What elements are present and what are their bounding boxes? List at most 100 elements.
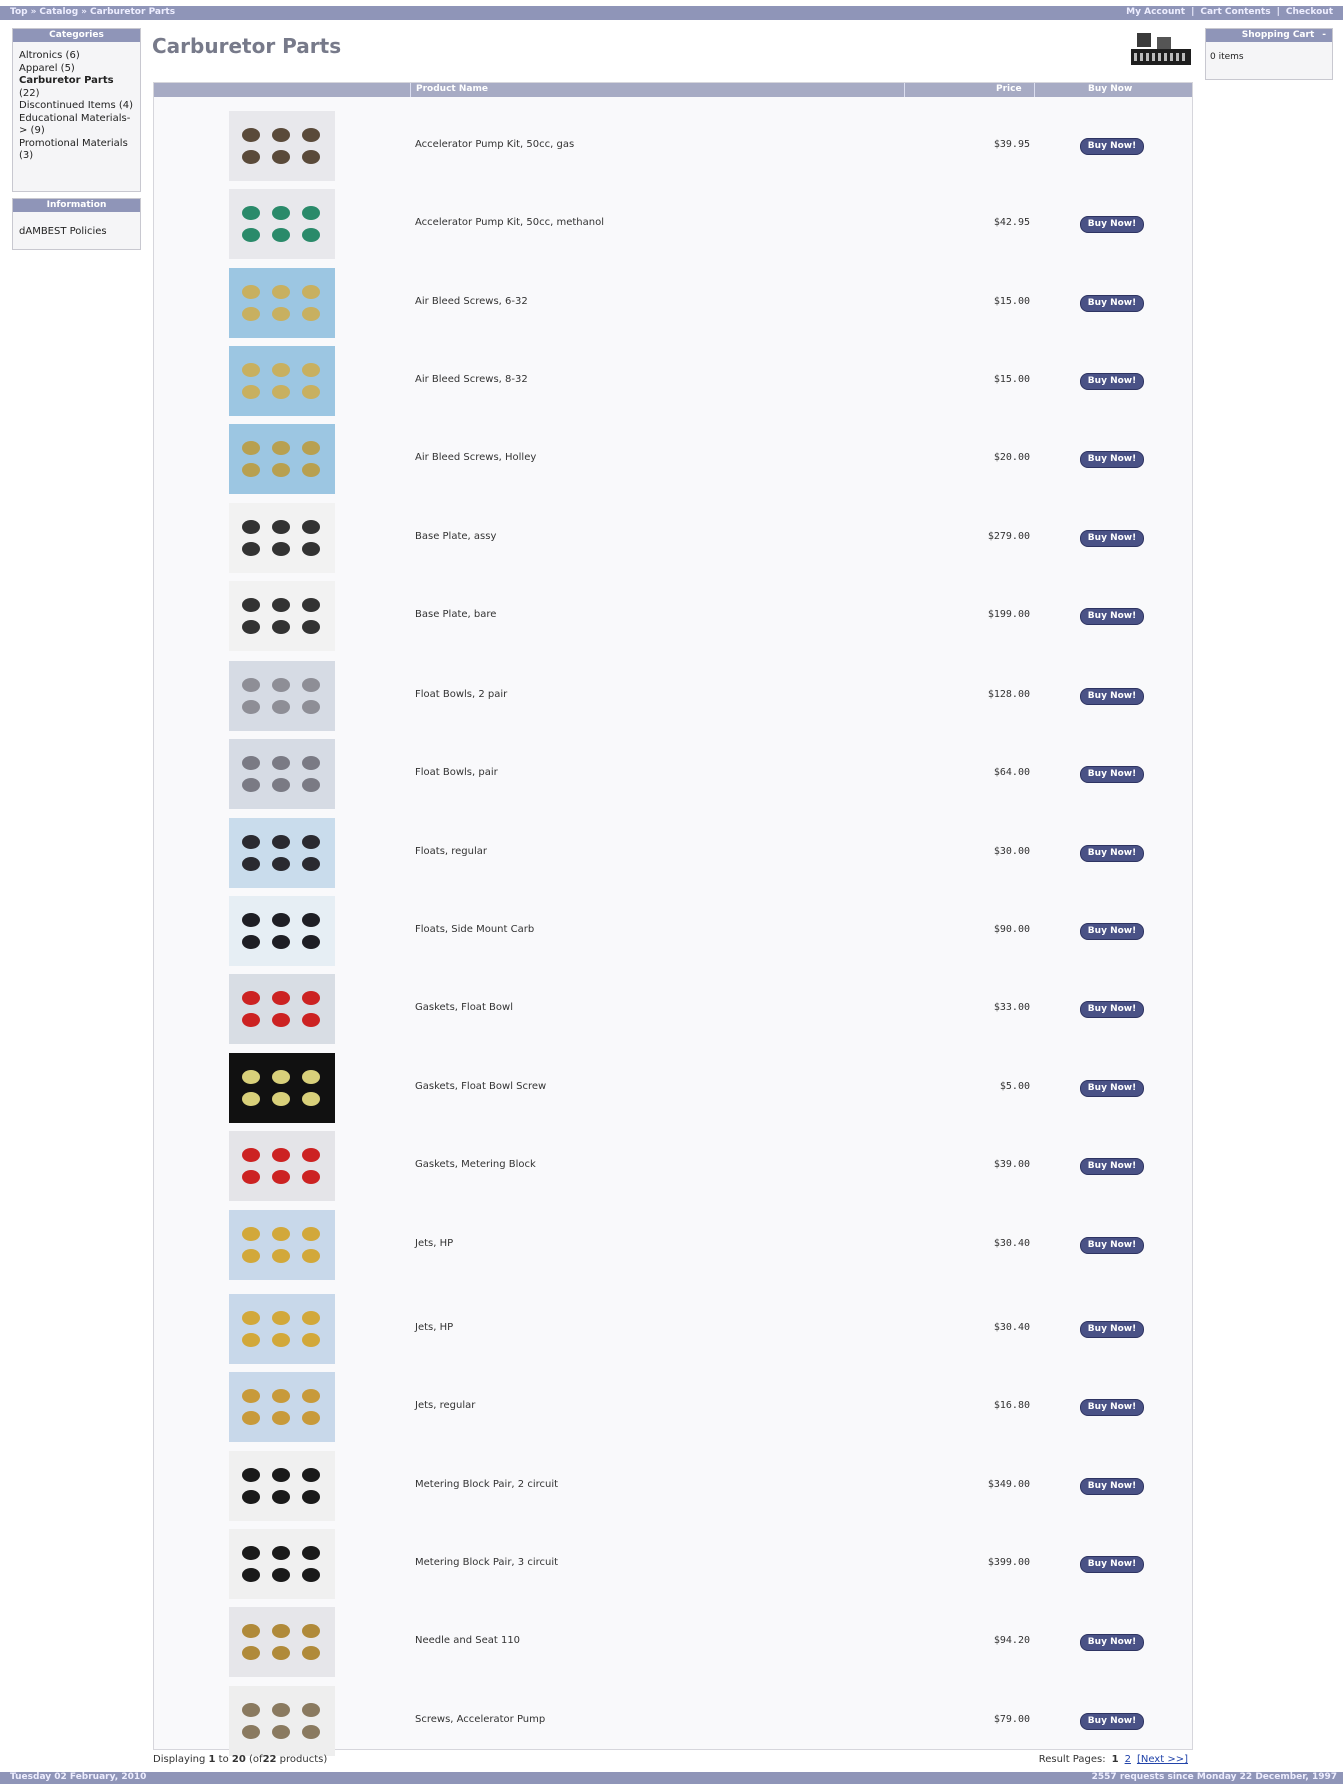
- product-name-link[interactable]: Air Bleed Screws, 8-32: [415, 374, 528, 385]
- product-thumbnail[interactable]: [229, 1607, 335, 1677]
- buy-now-button[interactable]: Buy Now!: [1080, 1634, 1144, 1651]
- product-thumbnail[interactable]: [229, 974, 335, 1044]
- column-header-product-name[interactable]: Product Name: [416, 84, 488, 94]
- product-name-link[interactable]: Jets, regular: [415, 1400, 475, 1411]
- buy-now-button[interactable]: Buy Now!: [1080, 688, 1144, 705]
- product-thumbnail[interactable]: [229, 1053, 335, 1123]
- product-price: $39.95: [993, 139, 1030, 150]
- product-thumbnail[interactable]: [229, 346, 335, 416]
- category-item-apparel[interactable]: Apparel (5): [19, 63, 136, 76]
- buy-now-button[interactable]: Buy Now!: [1080, 1158, 1144, 1175]
- product-name-link[interactable]: Gaskets, Float Bowl Screw: [415, 1081, 546, 1092]
- buy-now-button[interactable]: Buy Now!: [1080, 923, 1144, 940]
- breadcrumb-top-link[interactable]: Top: [10, 7, 28, 17]
- product-name-link[interactable]: Floats, regular: [415, 846, 487, 857]
- product-price: $33.00: [993, 1002, 1030, 1013]
- header-links: My Account | Cart Contents | Checkout: [1126, 7, 1333, 17]
- category-current-label[interactable]: Carburetor Parts: [19, 75, 114, 86]
- product-name-link[interactable]: Screws, Accelerator Pump: [415, 1714, 545, 1725]
- buy-now-button[interactable]: Buy Now!: [1080, 845, 1144, 862]
- product-thumbnail[interactable]: [229, 818, 335, 888]
- product-name-link[interactable]: Base Plate, bare: [415, 609, 496, 620]
- product-thumbnail[interactable]: [229, 896, 335, 966]
- product-thumbnail[interactable]: [229, 503, 335, 573]
- buy-now-button[interactable]: Buy Now!: [1080, 1399, 1144, 1416]
- product-thumbnail[interactable]: [229, 1131, 335, 1201]
- information-box: Information dAMBEST Policies: [12, 198, 141, 250]
- product-name-link[interactable]: Float Bowls, pair: [415, 767, 498, 778]
- buy-now-button[interactable]: Buy Now!: [1080, 1556, 1144, 1573]
- product-thumbnail[interactable]: [229, 1451, 335, 1521]
- product-thumbnail[interactable]: [229, 1372, 335, 1442]
- product-price: $349.00: [987, 1479, 1030, 1490]
- product-thumbnail[interactable]: [229, 1294, 335, 1364]
- buy-now-button[interactable]: Buy Now!: [1080, 1080, 1144, 1097]
- product-name-link[interactable]: Float Bowls, 2 pair: [415, 689, 507, 700]
- product-thumbnail[interactable]: [229, 1210, 335, 1280]
- product-thumbnail[interactable]: [229, 661, 335, 731]
- product-name-link[interactable]: Jets, HP: [415, 1238, 453, 1249]
- product-name-link[interactable]: Gaskets, Float Bowl: [415, 1002, 513, 1013]
- next-page-link[interactable]: [Next >>]: [1137, 1754, 1188, 1765]
- listing-count: Displaying 1 to 20 (of22 products): [153, 1754, 327, 1765]
- product-name-link[interactable]: Accelerator Pump Kit, 50cc, gas: [415, 139, 574, 150]
- product-name-link[interactable]: Needle and Seat 110: [415, 1635, 520, 1646]
- product-price: $94.20: [993, 1635, 1030, 1646]
- checkout-link[interactable]: Checkout: [1286, 7, 1333, 17]
- product-name-link[interactable]: Air Bleed Screws, Holley: [415, 452, 536, 463]
- buy-now-button[interactable]: Buy Now!: [1080, 451, 1144, 468]
- breadcrumb-catalog-link[interactable]: Catalog: [39, 7, 78, 17]
- product-thumbnail[interactable]: [229, 739, 335, 809]
- category-item-discontinued[interactable]: Discontinued Items (4): [19, 100, 136, 113]
- buy-now-button[interactable]: Buy Now!: [1080, 295, 1144, 312]
- page-2-link[interactable]: 2: [1125, 1754, 1131, 1765]
- column-header-price[interactable]: Price: [996, 84, 1022, 94]
- product-name-link[interactable]: Jets, HP: [415, 1322, 453, 1333]
- buy-now-button[interactable]: Buy Now!: [1080, 766, 1144, 783]
- product-name-link[interactable]: Base Plate, assy: [415, 531, 496, 542]
- footer-date: Tuesday 02 February, 2010: [10, 1772, 147, 1782]
- policies-link[interactable]: dAMBEST Policies: [19, 226, 134, 237]
- table-row: Accelerator Pump Kit, 50cc, gas $39.95 Buy…: [154, 107, 1192, 185]
- buy-now-button[interactable]: Buy Now!: [1080, 530, 1144, 547]
- buy-now-button[interactable]: Buy Now!: [1080, 608, 1144, 625]
- product-name-link[interactable]: Floats, Side Mount Carb: [415, 924, 534, 935]
- category-item-carburetor-parts[interactable]: Carburetor Parts (22): [19, 75, 136, 100]
- buy-now-button[interactable]: Buy Now!: [1080, 216, 1144, 233]
- category-item-promotional[interactable]: Promotional Materials (3): [19, 138, 136, 163]
- my-account-link[interactable]: My Account: [1126, 7, 1185, 17]
- buy-now-button[interactable]: Buy Now!: [1080, 1237, 1144, 1254]
- buy-now-button[interactable]: Buy Now!: [1080, 1713, 1144, 1730]
- buy-now-button[interactable]: Buy Now!: [1080, 138, 1144, 155]
- buy-now-button[interactable]: Buy Now!: [1080, 1478, 1144, 1495]
- buy-now-button[interactable]: Buy Now!: [1080, 373, 1144, 390]
- buy-now-button[interactable]: Buy Now!: [1080, 1001, 1144, 1018]
- product-name-link[interactable]: Metering Block Pair, 3 circuit: [415, 1557, 558, 1568]
- product-thumbnail[interactable]: [229, 581, 335, 651]
- product-thumbnail[interactable]: [229, 1686, 335, 1756]
- cart-contents-link[interactable]: Cart Contents: [1200, 7, 1270, 17]
- product-thumbnail[interactable]: [229, 1529, 335, 1599]
- table-row: Metering Block Pair, 2 circuit $349.00 Buy…: [154, 1447, 1192, 1525]
- shopping-cart-box-header: Shopping Cart -: [1206, 29, 1332, 42]
- table-row: Base Plate, assy $279.00 Buy Now!: [154, 499, 1192, 577]
- product-thumbnail[interactable]: [229, 424, 335, 494]
- table-row: Air Bleed Screws, 8-32 $15.00 Buy Now!: [154, 342, 1192, 420]
- listing-from: 1: [208, 1754, 216, 1765]
- product-thumbnail[interactable]: [229, 111, 335, 181]
- category-item-altronics[interactable]: Altronics (6): [19, 50, 136, 63]
- product-thumbnail[interactable]: [229, 268, 335, 338]
- information-list: dAMBEST Policies: [13, 212, 140, 245]
- breadcrumb-current-category[interactable]: Carburetor Parts: [90, 7, 175, 17]
- collapse-toggle[interactable]: -: [1322, 30, 1326, 40]
- table-row: Jets, HP $30.40 Buy Now!: [154, 1290, 1192, 1368]
- categories-box: Categories Altronics (6) Apparel (5) Car…: [12, 28, 141, 192]
- product-name-link[interactable]: Air Bleed Screws, 6-32: [415, 296, 528, 307]
- product-name-link[interactable]: Gaskets, Metering Block: [415, 1159, 536, 1170]
- product-name-link[interactable]: Accelerator Pump Kit, 50cc, methanol: [415, 217, 604, 228]
- product-name-link[interactable]: Metering Block Pair, 2 circuit: [415, 1479, 558, 1490]
- category-item-educational[interactable]: Educational Materials-> (9): [19, 113, 136, 138]
- buy-now-button[interactable]: Buy Now!: [1080, 1321, 1144, 1338]
- product-thumbnail[interactable]: [229, 189, 335, 259]
- table-row: Air Bleed Screws, 6-32 $15.00 Buy Now!: [154, 264, 1192, 342]
